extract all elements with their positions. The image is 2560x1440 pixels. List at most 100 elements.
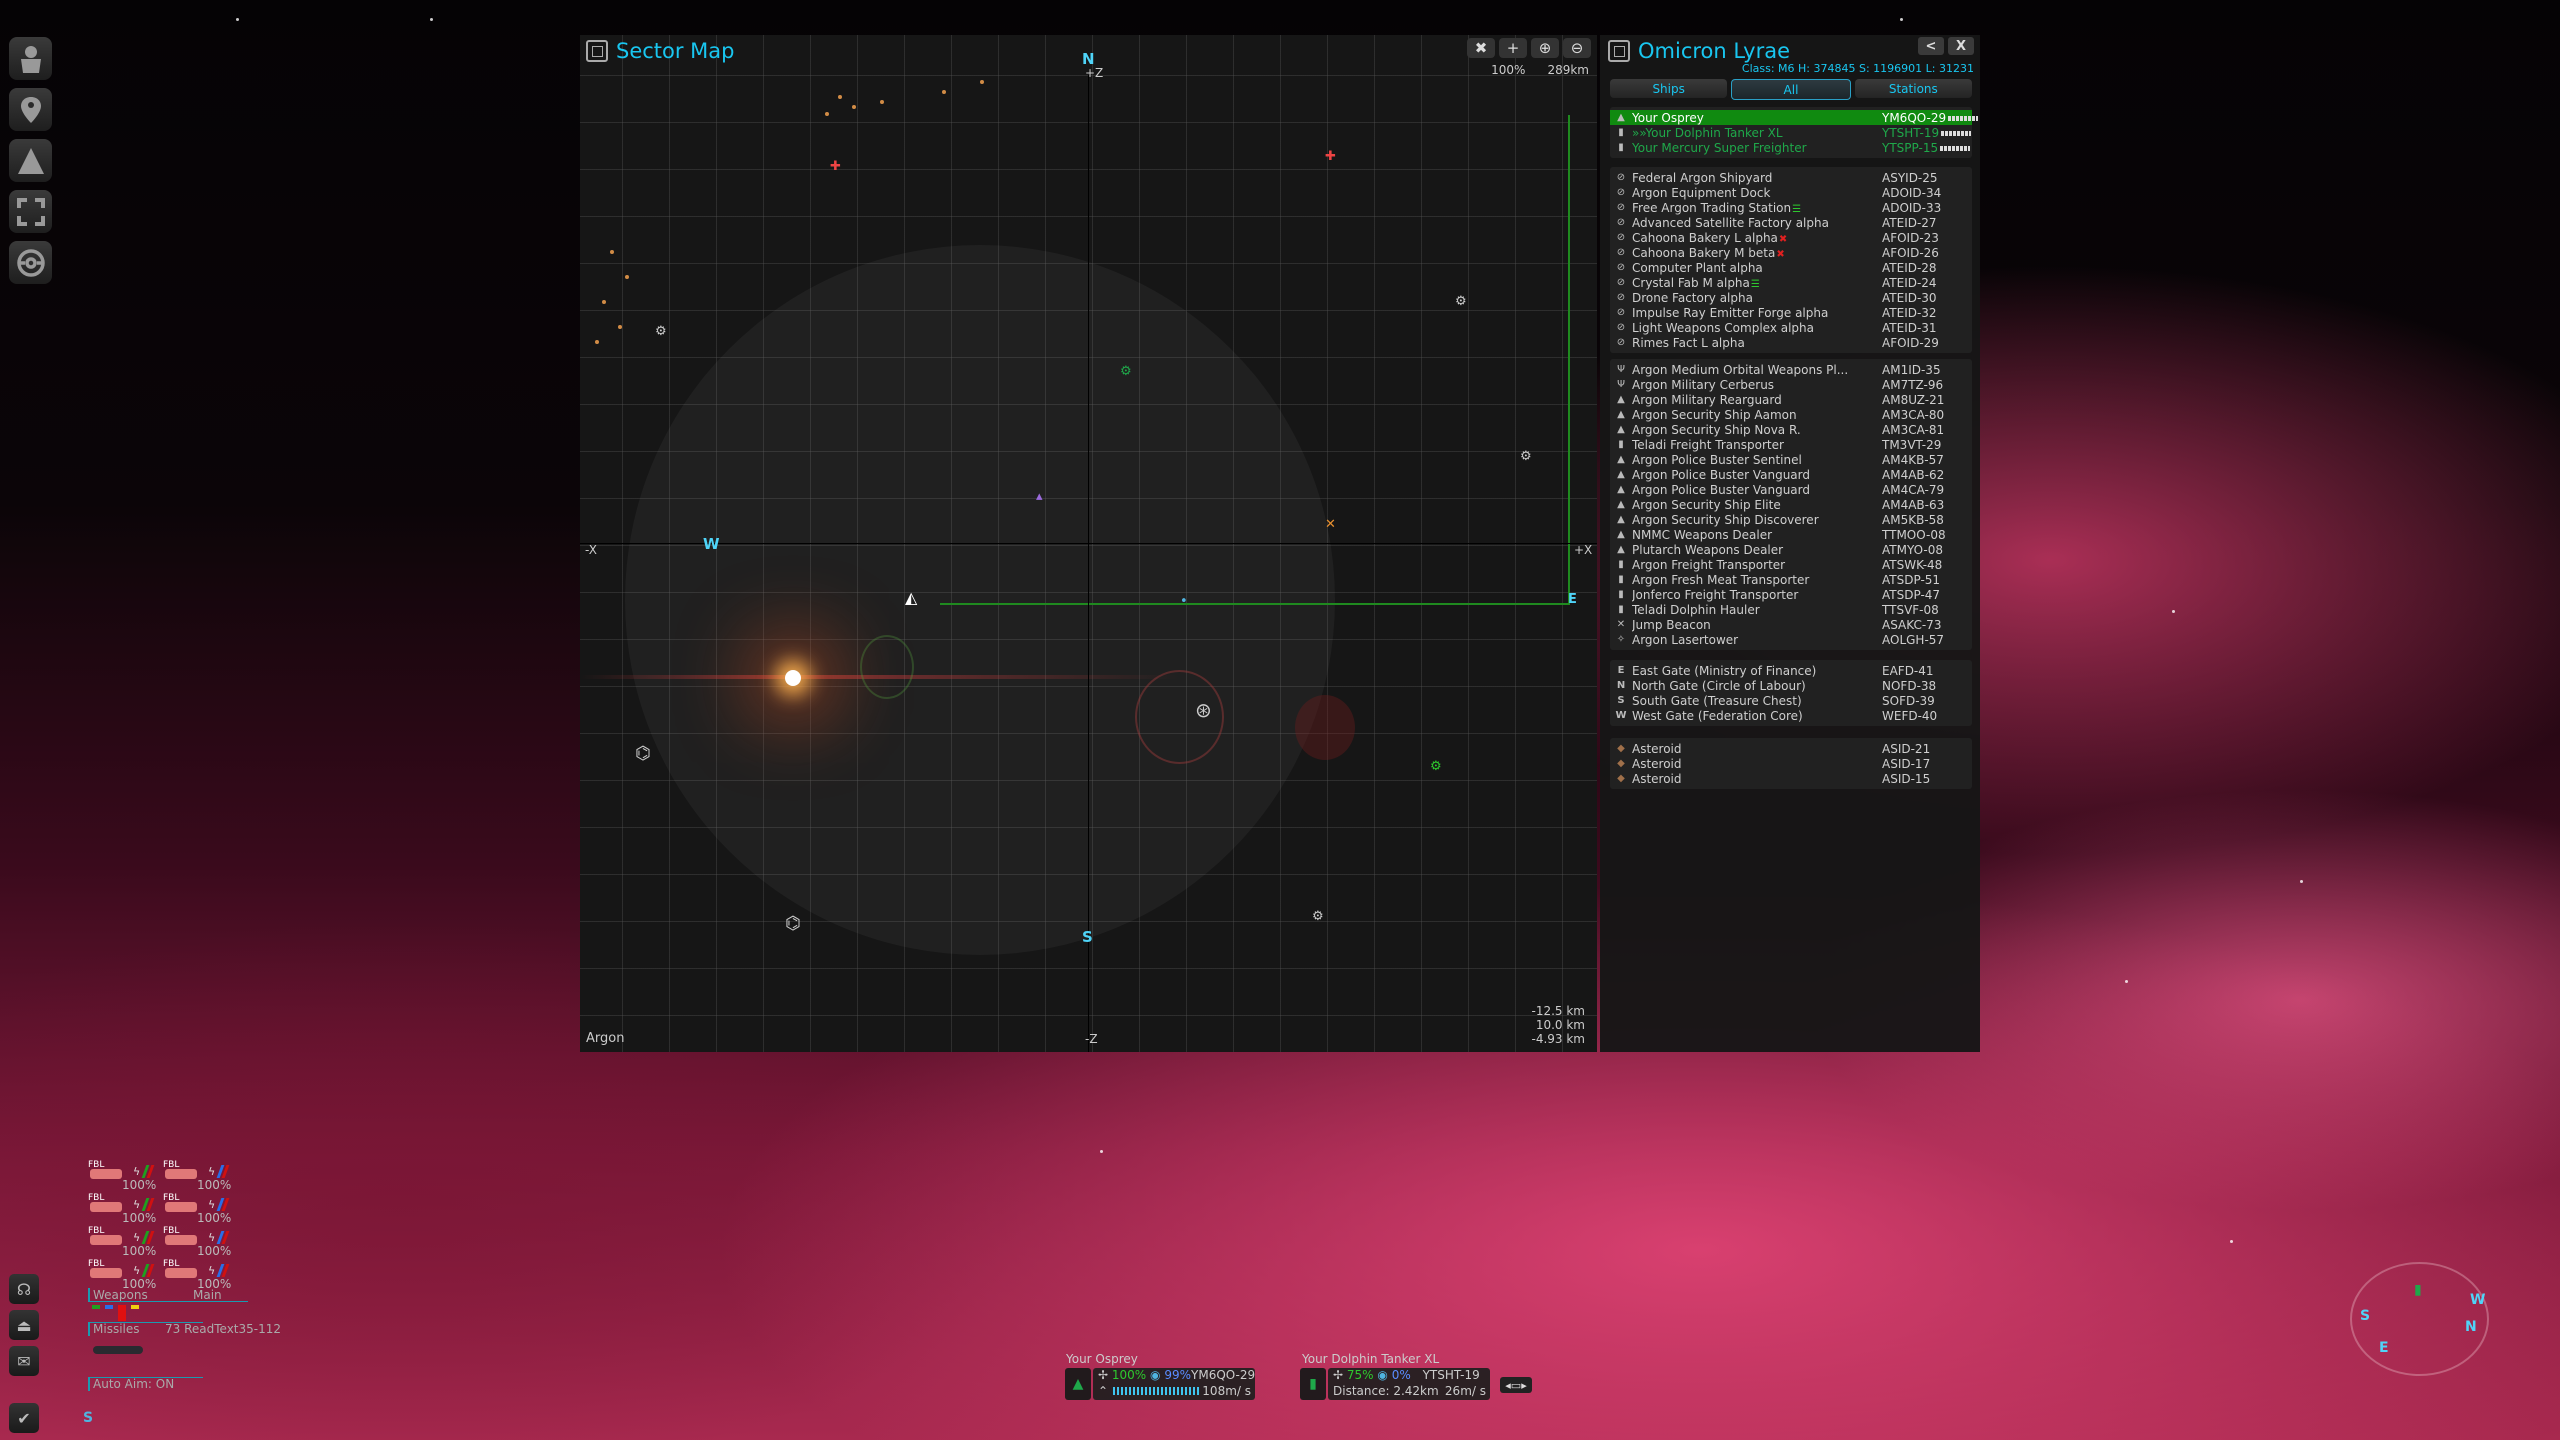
tab-stations[interactable]: Stations (1854, 79, 1972, 98)
owned-ship-row[interactable]: ▮ »»Your Dolphin Tanker XL YTSHT-19 (1610, 125, 1972, 140)
weapon-slot[interactable]: FBL ϟ 100% (88, 1193, 163, 1225)
ship-row[interactable]: ▲ NMMC Weapons Dealer TTMOO-08 (1610, 527, 1972, 542)
fullscreen-button[interactable] (9, 190, 52, 233)
tab-ships[interactable]: Ships (1610, 79, 1728, 98)
eject-button[interactable]: ⏏ (9, 1310, 39, 1340)
tab-all[interactable]: All (1731, 79, 1851, 100)
main-label[interactable]: Main (193, 1288, 222, 1302)
ship-row[interactable]: ▮ Argon Freight Transporter ATSWK-48 (1610, 557, 1972, 572)
auto-aim-status[interactable]: Auto Aim: ON (88, 1377, 174, 1391)
station-row[interactable]: ⊘ Computer Plant alpha ATEID-28 (1610, 260, 1972, 275)
ship-row[interactable]: ✕ Jump Beacon ASAKC-73 (1610, 617, 1972, 632)
asteroid-dot[interactable] (625, 275, 629, 279)
asteroid-row[interactable]: ◆ Asteroid ASID-21 (1610, 741, 1972, 756)
ship-row[interactable]: Ψ Argon Military Cerberus AM7TZ-96 (1610, 377, 1972, 392)
ship-row[interactable]: ▲ Plutarch Weapons Dealer ATMYO-08 (1610, 542, 1972, 557)
gate-row[interactable]: E East Gate (Ministry of Finance) EAFD-41 (1610, 663, 1972, 678)
map-pin-button[interactable] (9, 88, 52, 131)
weapon-slot[interactable]: FBL ϟ 100% (88, 1160, 163, 1192)
station-marker[interactable]: ⚙ (1520, 450, 1532, 463)
asteroid-dot[interactable] (610, 250, 614, 254)
pilot-button[interactable] (9, 37, 52, 80)
station-row[interactable]: ⊘ Rimes Fact L alpha AFOID-29 (1610, 335, 1972, 350)
close-button[interactable]: X (1948, 37, 1974, 55)
ship-row[interactable]: ▲ Argon Police Buster Vanguard AM4CA-79 (1610, 482, 1972, 497)
ship-row[interactable]: ▮ Argon Fresh Meat Transporter ATSDP-51 (1610, 572, 1972, 587)
station-marker[interactable]: ⌬ (785, 915, 801, 933)
ship-row[interactable]: ✧ Argon Lasertower AOLGH-57 (1610, 632, 1972, 647)
missiles-label[interactable]: Missiles (88, 1322, 140, 1336)
triangle-button[interactable] (9, 139, 52, 182)
owned-ship-row[interactable]: ▲ Your Osprey YM6QO-29 (1610, 110, 1979, 125)
ship-row[interactable]: ▲ Argon Security Ship Elite AM4AB-63 (1610, 497, 1972, 512)
asteroid-dot[interactable] (595, 340, 599, 344)
ship-row[interactable]: ▮ Teladi Dolphin Hauler TTSVF-08 (1610, 602, 1972, 617)
zoom-out-button[interactable]: ⊖ (1563, 38, 1591, 58)
station-row[interactable]: ⊘ Argon Equipment Dock ADOID-34 (1610, 185, 1972, 200)
ship-row[interactable]: ▲ Argon Security Ship Nova R. AM3CA-81 (1610, 422, 1972, 437)
ship-row[interactable]: ▲ Argon Police Buster Sentinel AM4KB-57 (1610, 452, 1972, 467)
player-ship-marker[interactable]: ◭ (905, 590, 917, 606)
asteroid-dot[interactable] (825, 112, 829, 116)
player-ship-icon[interactable]: ▲ (1065, 1368, 1091, 1400)
ship-row[interactable]: Ψ Argon Medium Orbital Weapons Pl... AM1ID… (1610, 362, 1972, 377)
station-row[interactable]: ⊘ Light Weapons Complex alpha ATEID-31 (1610, 320, 1972, 335)
station-marker[interactable]: ⚙ (1430, 760, 1442, 773)
station-marker[interactable]: ⌬ (635, 745, 651, 763)
zoom-in-button[interactable]: ⊕ (1531, 38, 1559, 58)
weapon-slot[interactable]: FBL ϟ 100% (163, 1226, 238, 1258)
weapon-slot[interactable]: FBL ϟ 100% (163, 1259, 238, 1291)
cycle-target-button[interactable]: ◂▭▸ (1500, 1377, 1532, 1393)
station-marker[interactable]: ⚙ (1312, 910, 1324, 923)
weapon-slot[interactable]: FBL ϟ 100% (88, 1226, 163, 1258)
weapon-slot[interactable]: FBL ϟ 100% (163, 1193, 238, 1225)
comms-button[interactable]: ☊ (9, 1274, 39, 1304)
station-marker[interactable]: ⚙ (1455, 295, 1467, 308)
ship-row[interactable]: ▲ Argon Security Ship Aamon AM3CA-80 (1610, 407, 1972, 422)
throttle-bar[interactable] (1113, 1387, 1201, 1395)
asteroid-dot[interactable] (942, 90, 946, 94)
station-marker[interactable]: ⚙ (655, 325, 667, 338)
back-button[interactable]: < (1918, 37, 1944, 55)
add-button[interactable]: + (1499, 38, 1527, 58)
asteroid-dot[interactable] (602, 300, 606, 304)
gate-row[interactable]: S South Gate (Treasure Chest) SOFD-39 (1610, 693, 1972, 708)
target-ring-button[interactable] (9, 241, 52, 284)
mail-button[interactable]: ✉ (9, 1346, 39, 1376)
station-row[interactable]: ⊘ Federal Argon Shipyard ASYID-25 (1610, 170, 1972, 185)
asteroid-row[interactable]: ◆ Asteroid ASID-15 (1610, 771, 1972, 786)
gate-row[interactable]: W West Gate (Federation Core) WEFD-40 (1610, 708, 1972, 723)
asteroid-dot[interactable] (880, 100, 884, 104)
station-row[interactable]: ⊘ Advanced Satellite Factory alpha ATEID-2… (1610, 215, 1972, 230)
ship-marker[interactable]: • (1180, 595, 1188, 608)
shipyard-marker[interactable]: ⊛ (1195, 700, 1212, 720)
ship-row[interactable]: ▲ Argon Military Rearguard AM8UZ-21 (1610, 392, 1972, 407)
asteroid-dot[interactable] (838, 95, 842, 99)
station-marker[interactable]: ⚙ (1120, 365, 1132, 378)
east-gate-marker[interactable]: E (1568, 592, 1577, 607)
target-ship-icon[interactable]: ▮ (1300, 1368, 1326, 1400)
weapon-slot[interactable]: FBL ϟ 100% (163, 1160, 238, 1192)
west-gate-marker[interactable]: W (703, 535, 720, 553)
south-gate-marker[interactable]: S (1082, 928, 1093, 946)
asteroid-dot[interactable] (980, 80, 984, 84)
ship-row[interactable]: ▲ Argon Security Ship Discoverer AM5KB-58 (1610, 512, 1972, 527)
station-row[interactable]: ⊘ Impulse Ray Emitter Forge alpha ATEID-32 (1610, 305, 1972, 320)
gate-row[interactable]: N North Gate (Circle of Labour) NOFD-38 (1610, 678, 1972, 693)
asteroid-dot[interactable] (852, 105, 856, 109)
station-row[interactable]: ⊘ Crystal Fab M alpha☰ ATEID-24 (1610, 275, 1972, 290)
station-row[interactable]: ⊘ Cahoona Bakery L alpha✖ AFOID-23 (1610, 230, 1972, 245)
ship-row[interactable]: ▮ Jonferco Freight Transporter ATSDP-47 (1610, 587, 1972, 602)
owned-ship-row[interactable]: ▮ Your Mercury Super Freighter YTSPP-15 (1610, 140, 1972, 155)
station-row[interactable]: ⊘ Cahoona Bakery M beta✖ AFOID-26 (1610, 245, 1972, 260)
weapon-slot[interactable]: FBL ϟ 100% (88, 1259, 163, 1291)
ship-row[interactable]: ▲ Argon Police Buster Vanguard AM4AB-62 (1610, 467, 1972, 482)
station-marker[interactable]: ✚ (830, 160, 841, 173)
asteroid-dot[interactable] (618, 325, 622, 329)
check-button[interactable]: ✔ (9, 1403, 39, 1433)
asteroid-row[interactable]: ◆ Asteroid ASID-17 (1610, 756, 1972, 771)
station-row[interactable]: ⊘ Free Argon Trading Station☰ ADOID-33 (1610, 200, 1972, 215)
radar-scanner[interactable]: S E W N ▮ (2350, 1262, 2489, 1376)
station-marker[interactable]: ✚ (1325, 150, 1336, 163)
hide-camera-button[interactable]: ✖ (1467, 38, 1495, 58)
